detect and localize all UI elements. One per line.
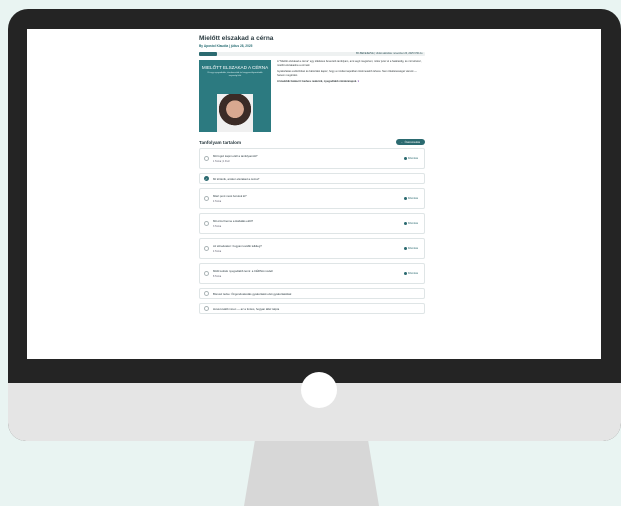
plus-icon (403, 247, 407, 250)
incomplete-circle-icon (204, 156, 209, 161)
expand-label: Kibontás (407, 197, 418, 200)
lesson-row[interactable]: Mit érzel benne a kiabálás előtt? 3 Téma K… (199, 213, 425, 234)
lesson-row[interactable]: Az ébredéskor: hogyan tovább lelkileg? 4 … (199, 238, 425, 259)
incomplete-circle-icon (204, 221, 209, 226)
course-page: Mielőtt elszakad a cérna By Apostol Klau… (199, 35, 425, 318)
incomplete-circle-icon (204, 196, 209, 201)
lesson-text: Mi történik, amikor elszakad a cérna? (213, 177, 259, 181)
lesson-meta: 3 Téma (213, 225, 222, 228)
intro-text: A "Mielőtt elszakad a cérna" egy tökélet… (277, 60, 425, 132)
cover-title: MIELŐTT ELSZAKAD A CÉRNA (201, 65, 269, 70)
course-cover-image: MIELŐTT ELSZAKAD A CÉRNA Út egy nyugodta… (199, 60, 271, 132)
collapse-all-button[interactable]: − Összecsukás (396, 139, 425, 145)
lesson-row[interactable]: Bónusz lecke: Öngondoskodás gyakorlatok … (199, 288, 425, 299)
intro-highlight: A kisebbik hatásért: kedves reakciók, ny… (277, 80, 425, 84)
lesson-meta: 1 Téma | 1 Kvíz (213, 160, 230, 163)
incomplete-circle-icon (204, 271, 209, 276)
lesson-text: Mitől tudnék nyugodtabb lenni: a CÉRNA m… (213, 269, 273, 278)
expand-button[interactable]: Kibontás (403, 272, 418, 275)
lesson-title[interactable]: Mit érzel benne a kiabálás előtt? (213, 219, 253, 223)
plus-icon (403, 222, 407, 225)
lesson-row[interactable]: Mit fogsz kapni ettől a tanfolyamtól? 1 T… (199, 148, 425, 169)
incomplete-circle-icon (204, 306, 209, 311)
expand-button[interactable]: Kibontás (403, 247, 418, 250)
expand-button[interactable]: Kibontás (403, 197, 418, 200)
minus-icon: − (401, 140, 403, 144)
monitor-stand (244, 441, 379, 506)
lesson-title[interactable]: Bónusz lecke: Öngondoskodás gyakorlatok … (213, 292, 291, 296)
expand-label: Kibontás (407, 247, 418, 250)
lesson-row[interactable]: Hová tovább innen — az a fontos, hogyan … (199, 303, 425, 314)
lesson-title[interactable]: Mit fogsz kapni ettől a tanfolyamtól? (213, 154, 257, 158)
lesson-text: Az ébredéskor: hogyan tovább lelkileg? 4 … (213, 244, 262, 253)
lesson-text: Hová tovább innen — az a fontos, hogyan … (213, 307, 279, 311)
expand-label: Kibontás (407, 272, 418, 275)
lesson-title[interactable]: Az ébredéskor: hogyan tovább lelkileg? (213, 244, 262, 248)
lesson-title[interactable]: Mitől tudnék nyugodtabb lenni: a CÉRNA m… (213, 269, 273, 273)
progress-fill (199, 52, 218, 56)
intro-paragraph: Gyakorlatias eszközöket és bátorítást ka… (277, 70, 417, 77)
lesson-list: Mit fogsz kapni ettől a tanfolyamtól? 1 T… (199, 148, 425, 314)
lesson-row[interactable]: Miért pont most borulok ki? 4 Téma Kibontá… (199, 188, 425, 209)
lesson-title[interactable]: Hová tovább innen — az a fontos, hogyan … (213, 307, 279, 311)
plus-icon (403, 197, 407, 200)
section-header: Tanfolyam tartalom − Összecsukás (199, 139, 425, 145)
screen: Mielőtt elszakad a cérna By Apostol Klau… (27, 29, 601, 359)
intro-highlight-text: A kisebbik hatásért: kedves reakciók, ny… (277, 80, 357, 84)
lesson-meta: 4 Téma (213, 250, 222, 253)
intro-paragraph: A "Mielőtt elszakad a cérna" egy tökélet… (277, 60, 422, 67)
incomplete-circle-icon (204, 246, 209, 251)
progress-bar: 8% BEFEJEZVE | Utolsó aktivitás: novembe… (199, 52, 425, 56)
lesson-text: Mit érzel benne a kiabálás előtt? 3 Téma (213, 219, 253, 228)
progress-text: 8% BEFEJEZVE | Utolsó aktivitás: novembe… (355, 52, 423, 55)
lesson-meta: 4 Téma (213, 200, 222, 203)
lesson-title[interactable]: Miért pont most borulok ki? (213, 194, 247, 198)
lesson-row[interactable]: Mitől tudnék nyugodtabb lenni: a CÉRNA m… (199, 263, 425, 284)
heart-icon: ♥ (357, 80, 360, 84)
expand-label: Kibontás (407, 157, 418, 160)
incomplete-circle-icon (204, 291, 209, 296)
plus-icon (403, 157, 407, 160)
cover-subtitle: Út egy nyugodtabb, türelmesebb és kiegye… (207, 72, 263, 77)
power-button (301, 372, 337, 408)
collapse-label: Összecsukás (404, 140, 420, 144)
course-intro: MIELŐTT ELSZAKAD A CÉRNA Út egy nyugodta… (199, 60, 425, 132)
expand-label: Kibontás (407, 222, 418, 225)
author-line: By Apostol Klaudia | július 28, 2025 (199, 44, 253, 48)
monitor-chin (8, 372, 621, 441)
page-title: Mielőtt elszakad a cérna (199, 35, 274, 42)
lesson-meta: 8 Téma (213, 275, 222, 278)
completed-check-icon: ✓ (204, 176, 209, 181)
lesson-text: Miért pont most borulok ki? 4 Téma (213, 194, 247, 203)
expand-button[interactable]: Kibontás (403, 157, 418, 160)
expand-button[interactable]: Kibontás (403, 222, 418, 225)
lesson-text: Mit fogsz kapni ettől a tanfolyamtól? 1 T… (213, 154, 257, 163)
lesson-row[interactable]: ✓ Mi történik, amikor elszakad a cérna? (199, 173, 425, 184)
section-title: Tanfolyam tartalom (199, 139, 242, 145)
author-photo (217, 94, 253, 132)
lesson-title[interactable]: Mi történik, amikor elszakad a cérna? (213, 177, 259, 181)
plus-icon (403, 272, 407, 275)
lesson-text: Bónusz lecke: Öngondoskodás gyakorlatok … (213, 292, 291, 296)
